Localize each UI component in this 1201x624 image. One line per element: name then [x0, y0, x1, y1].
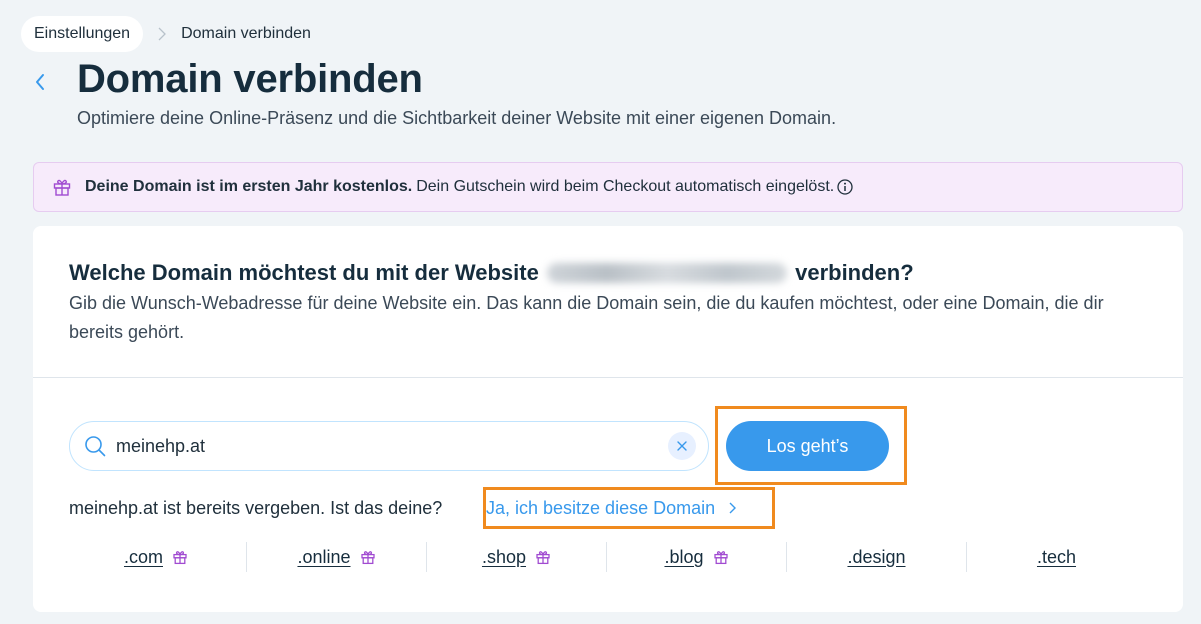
back-button[interactable] [28, 68, 52, 96]
tld-option[interactable]: .tech [966, 542, 1146, 572]
gift-icon [172, 549, 188, 565]
tld-option[interactable]: .online [246, 542, 426, 572]
domain-description: Gib die Wunsch-Webadresse für deine Webs… [69, 293, 1104, 342]
info-icon[interactable] [837, 179, 853, 195]
card-header: Welche Domain möchtest du mit der Websit… [69, 260, 1159, 347]
blurred-site-name [546, 263, 787, 283]
tld-option[interactable]: .design [786, 542, 966, 572]
tld-suggestions: .com .online .shop .blog .design .tech [66, 542, 1148, 572]
domain-search-field[interactable]: meinehp.at [69, 421, 709, 471]
go-button[interactable]: Los geht’s [726, 421, 889, 471]
page-title: Domain verbinden [77, 57, 423, 101]
tld-label: .shop [481, 546, 527, 567]
promo-banner: Deine Domain ist im ersten Jahr kostenlo… [33, 162, 1183, 212]
clear-search-button[interactable] [668, 432, 696, 460]
breadcrumb-current: Domain verbinden [181, 25, 311, 42]
question-text-start: Welche Domain möchtest du mit der Websit… [69, 260, 539, 285]
chevron-right-icon [729, 502, 737, 514]
domain-taken-message: meinehp.at ist bereits vergeben. Ist das… [69, 498, 442, 518]
own-domain-link[interactable]: Ja, ich besitze diese Domain [486, 490, 737, 526]
question-text-end: verbinden? [795, 260, 914, 285]
tld-label: .com [123, 546, 163, 567]
divider [33, 377, 1183, 378]
tld-label: .online [297, 546, 351, 567]
domain-taken-text: meinehp.at ist bereits vergeben. Ist das… [69, 497, 443, 518]
own-domain-link-label: Ja, ich besitze diese Domain [486, 497, 716, 518]
gift-icon [52, 177, 72, 197]
search-icon [84, 435, 106, 457]
tld-option[interactable]: .blog [606, 542, 786, 572]
breadcrumb-settings-link[interactable]: Einstellungen [21, 16, 144, 52]
tld-label: .tech [1036, 546, 1077, 567]
chevron-left-icon [35, 73, 45, 91]
tld-label: .design [847, 546, 906, 567]
domain-search-input[interactable]: meinehp.at [116, 436, 668, 457]
banner-headline: Deine Domain ist im ersten Jahr kostenlo… [85, 178, 413, 195]
gift-icon [360, 549, 376, 565]
tld-label: .blog [664, 546, 704, 567]
breadcrumb: Einstellungen Domain verbinden [21, 16, 311, 52]
gift-icon [713, 549, 729, 565]
connect-domain-card: Welche Domain möchtest du mit der Websit… [33, 226, 1183, 612]
tld-option[interactable]: .shop [426, 542, 606, 572]
banner-text: Dein Gutschein wird beim Checkout automa… [416, 178, 835, 195]
close-icon [677, 441, 687, 451]
tld-option[interactable]: .com [66, 542, 246, 572]
gift-icon [535, 549, 551, 565]
page-subtitle: Optimiere deine Online-Präsenz und die S… [77, 108, 837, 128]
chevron-right-icon [143, 27, 181, 41]
domain-question: Welche Domain möchtest du mit der Websit… [69, 260, 1159, 286]
